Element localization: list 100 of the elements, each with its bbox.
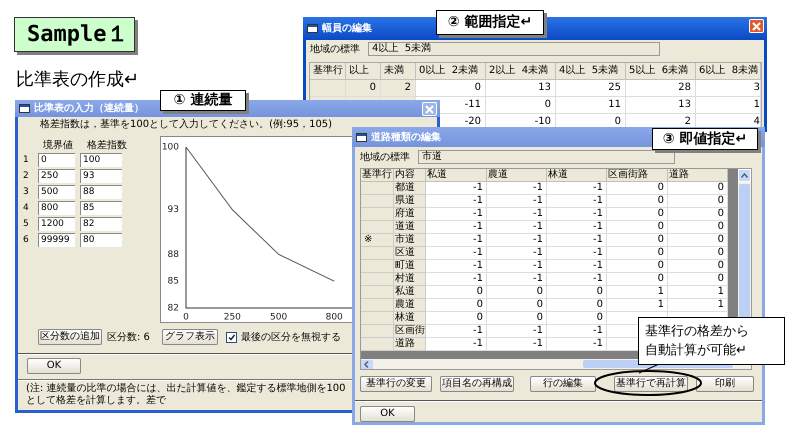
table-cell: 2 [381, 80, 416, 97]
column-header: 道路 [668, 169, 728, 182]
table-cell: 3 [696, 80, 761, 97]
table-cell: 25 [556, 80, 626, 97]
row-name: 都道 [394, 182, 426, 195]
table-cell: 0 [416, 80, 486, 97]
column-header: 2以上 4未満 [486, 63, 556, 80]
table-cell: -1 [547, 182, 607, 195]
table-cell: -1 [547, 325, 607, 338]
row-name: 私道 [394, 286, 426, 299]
table-cell: -1 [487, 273, 547, 286]
table-cell: 0 [607, 260, 668, 273]
window-title: 幅員の編集 [322, 22, 372, 36]
field-label: 地域の標準 [310, 42, 360, 56]
table-cell: 0 [547, 299, 607, 312]
table-cell: 1 [607, 286, 668, 299]
table-cell: 0 [547, 312, 607, 325]
field-label: 地域の標準 [360, 150, 410, 164]
table-cell: -1 [487, 247, 547, 260]
table-cell: -1 [487, 325, 547, 338]
table-cell: 0 [607, 182, 668, 195]
table-cell: -1 [426, 260, 487, 273]
table-cell: 0 [487, 312, 547, 325]
table-cell: 0 [487, 286, 547, 299]
sample-label: Sample１ [14, 17, 135, 52]
table-cell: -1 [426, 234, 487, 247]
segment-count: 区分数: 6 [107, 330, 150, 344]
row-number: 6 [22, 235, 30, 245]
table-cell: -1 [426, 247, 487, 260]
column-header: 基準行 [361, 169, 394, 182]
table-cell: 1 [607, 299, 668, 312]
table-cell: 0 [547, 286, 607, 299]
column-header: 区画街路 [607, 169, 668, 182]
table-cell: -1 [547, 221, 607, 234]
section-heading: 比準表の作成↵ [16, 68, 140, 92]
table-cell: -1 [547, 234, 607, 247]
table-cell: 0 [426, 286, 487, 299]
row-name: 林道 [394, 312, 426, 325]
column-header: 格差指数 [87, 138, 127, 152]
tick-label: 0 [183, 312, 189, 322]
row-name: 市道 [394, 234, 426, 247]
column-header: 0以上 2未満 [416, 63, 486, 80]
tick-label: 93 [168, 205, 179, 216]
row-name: 区画街 [394, 325, 426, 338]
table-cell: 13 [626, 97, 696, 114]
table-cell: 0 [487, 299, 547, 312]
column-header: 基準行 [310, 63, 346, 80]
tick-label: 82 [168, 303, 179, 314]
callout-label: ① 連続量 [160, 90, 246, 111]
table-cell: 11 [556, 97, 626, 114]
table-cell: -1 [547, 208, 607, 221]
table-cell: 0 [607, 208, 668, 221]
annotation-text: 自動計算が可能↵ [645, 342, 748, 360]
tick-label: 250 [224, 312, 241, 322]
table-cell: -1 [547, 247, 607, 260]
row-name: 町道 [394, 260, 426, 273]
column-header: 4以上 5未満 [556, 63, 626, 80]
table-cell: 1 [696, 97, 761, 114]
table-cell: 0 [607, 234, 668, 247]
callout-label: ② 範囲指定↵ [436, 10, 544, 35]
table-cell: -1 [426, 221, 487, 234]
column-header: 私道 [426, 169, 487, 182]
tick-label: 800 [326, 312, 343, 322]
table-cell: -1 [426, 208, 487, 221]
table-cell: 0 [607, 273, 668, 286]
row-name: 道路 [394, 338, 426, 351]
tick-label: 100 [162, 142, 179, 152]
table-cell: 0 [607, 247, 668, 260]
row-number: 3 [22, 187, 30, 197]
table-cell: 0 [607, 221, 668, 234]
row-number: 2 [22, 171, 30, 181]
row-name: 道道 [394, 221, 426, 234]
note-text: (注: 連続量の比準の場合には、出た計算値を、鑑定する標準地側を100として格差を計算します。差で [26, 383, 347, 407]
row-number: 1 [22, 155, 30, 165]
table-cell: -1 [487, 195, 547, 208]
column-header: 6以上 8未満 [696, 63, 761, 80]
table-cell: 28 [626, 80, 696, 97]
table-cell: 0 [486, 97, 556, 114]
row-name: 県道 [394, 195, 426, 208]
window-title: 道路種類の編集 [371, 130, 441, 144]
tick-label: 85 [168, 276, 179, 287]
window-title: 比準表の入力（連続量） [34, 102, 144, 116]
reference-mark: ※ [361, 234, 394, 247]
table-cell: -1 [487, 208, 547, 221]
column-header: 境界値 [43, 138, 73, 152]
table-cell: -1 [487, 182, 547, 195]
table-cell: 0 [426, 312, 487, 325]
table-cell: -1 [487, 234, 547, 247]
table-cell: -1 [547, 195, 607, 208]
column-header: 未満 [381, 63, 416, 80]
table-cell: -1 [487, 221, 547, 234]
column-header: 農道 [487, 169, 547, 182]
table-cell: -1 [487, 260, 547, 273]
row-name: 農道 [394, 299, 426, 312]
column-header: 林道 [547, 169, 607, 182]
row-name: 府道 [394, 208, 426, 221]
table-cell: 0 [607, 195, 668, 208]
column-header: 以上 [346, 63, 381, 80]
table-cell: 13 [486, 80, 556, 97]
callout-label: ③ 即値指定↵ [652, 128, 758, 150]
